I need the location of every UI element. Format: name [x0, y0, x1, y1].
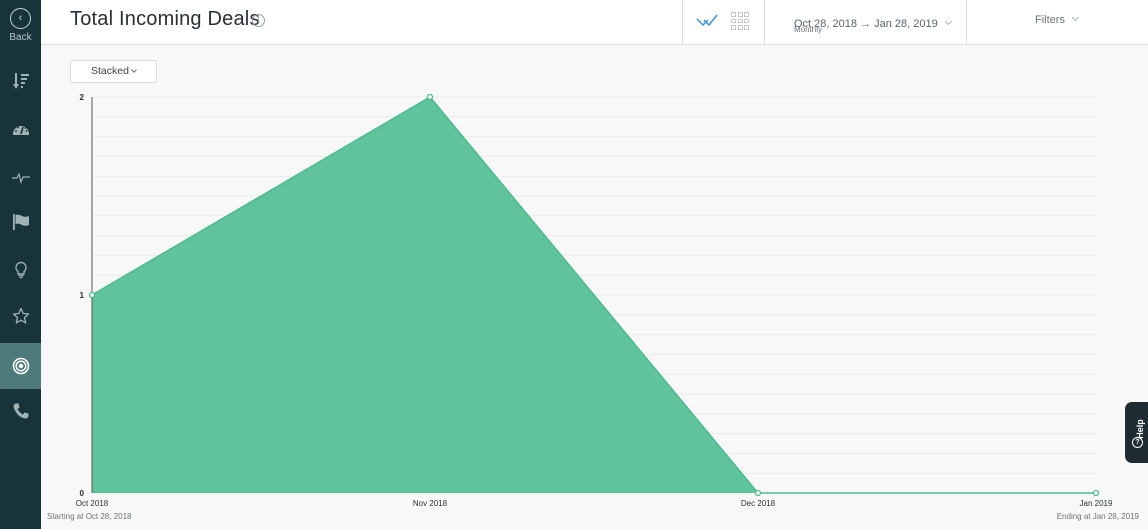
x-tick-label: Nov 2018	[413, 499, 448, 508]
data-point[interactable]	[426, 93, 434, 101]
help-icon: ?	[1132, 437, 1143, 448]
end-note: Ending at Jan 28, 2019	[1057, 512, 1140, 521]
y-tick-label: 2	[80, 93, 85, 102]
data-point[interactable]	[88, 291, 96, 299]
y-tick-label: 0	[80, 489, 85, 498]
y-tick-label: 1	[80, 291, 85, 300]
x-tick-label: Jan 2019	[1080, 499, 1113, 508]
start-note: Starting at Oct 28, 2018	[47, 512, 132, 521]
data-point[interactable]	[754, 489, 762, 497]
area-chart: 0 1 2 Oct 2018 Nov 2018 Dec 2018 Jan 2019 Sta…	[47, 93, 1140, 521]
x-tick-label: Oct 2018	[76, 499, 109, 508]
data-point[interactable]	[1092, 489, 1100, 497]
x-tick-label: Dec 2018	[741, 499, 776, 508]
help-button[interactable]: Help ?	[1125, 402, 1148, 463]
